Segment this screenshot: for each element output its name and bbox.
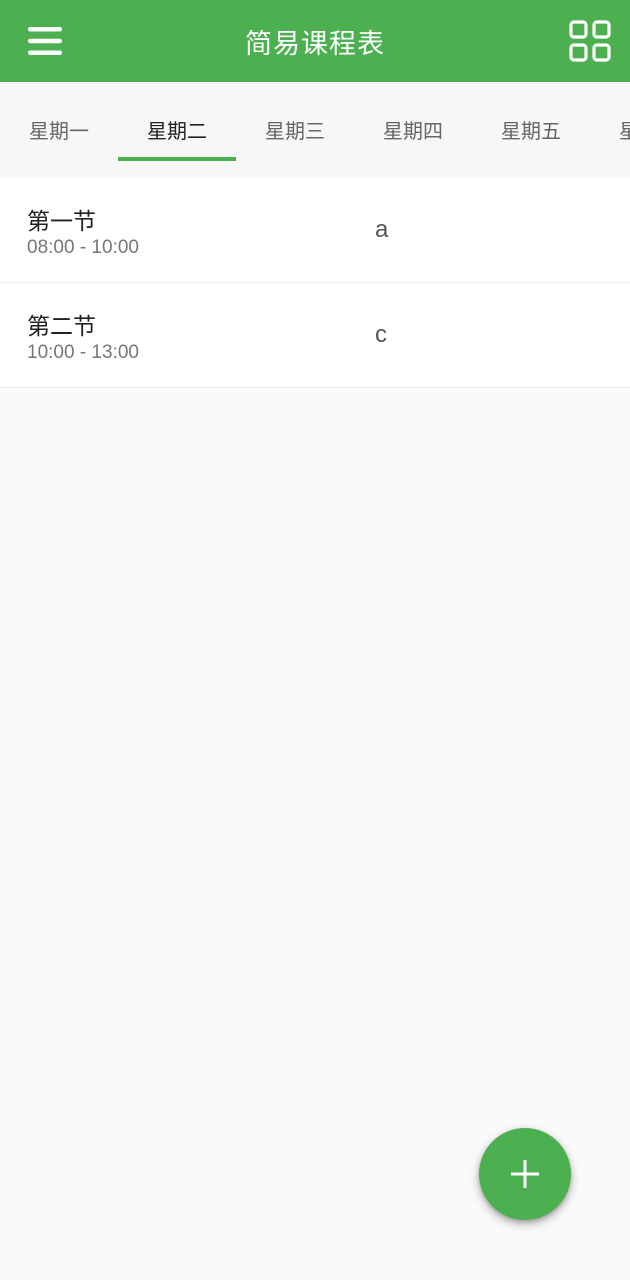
course-name: a: [375, 216, 389, 243]
period-time: 10:00 - 13:00: [27, 342, 139, 363]
page-title: 简易课程表: [245, 28, 385, 60]
tab-indicator: [118, 157, 236, 161]
period-name: 第二节: [27, 314, 96, 340]
app-root: 简易课程表 星期一 星期二 星期三 星期四 星期五 星期六 第一节 08:00 …: [0, 0, 630, 1280]
list-item[interactable]: 第一节 08:00 - 10:00 a: [0, 178, 630, 283]
tab-saturday[interactable]: 星期六: [590, 82, 630, 178]
tab-tuesday[interactable]: 星期二: [118, 82, 236, 178]
course-name: c: [375, 321, 387, 348]
tab-thursday[interactable]: 星期四: [354, 82, 472, 178]
tab-wednesday[interactable]: 星期三: [236, 82, 354, 178]
period-time: 08:00 - 10:00: [27, 237, 139, 258]
hamburger-menu-icon: [28, 27, 62, 55]
grid-view-icon: [569, 20, 611, 62]
menu-button[interactable]: [20, 16, 70, 66]
tab-monday[interactable]: 星期一: [0, 82, 118, 178]
list-item[interactable]: 第二节 10:00 - 13:00 c: [0, 283, 630, 388]
app-bar: 简易课程表: [0, 0, 630, 82]
grid-view-button[interactable]: [564, 15, 616, 67]
weekday-tabs: 星期一 星期二 星期三 星期四 星期五 星期六: [0, 82, 630, 178]
add-course-button[interactable]: [479, 1128, 571, 1220]
schedule-list: 第一节 08:00 - 10:00 a 第二节 10:00 - 13:00 c: [0, 178, 630, 388]
tab-friday[interactable]: 星期五: [472, 82, 590, 178]
plus-icon: [511, 1160, 539, 1188]
period-name: 第一节: [27, 209, 96, 235]
